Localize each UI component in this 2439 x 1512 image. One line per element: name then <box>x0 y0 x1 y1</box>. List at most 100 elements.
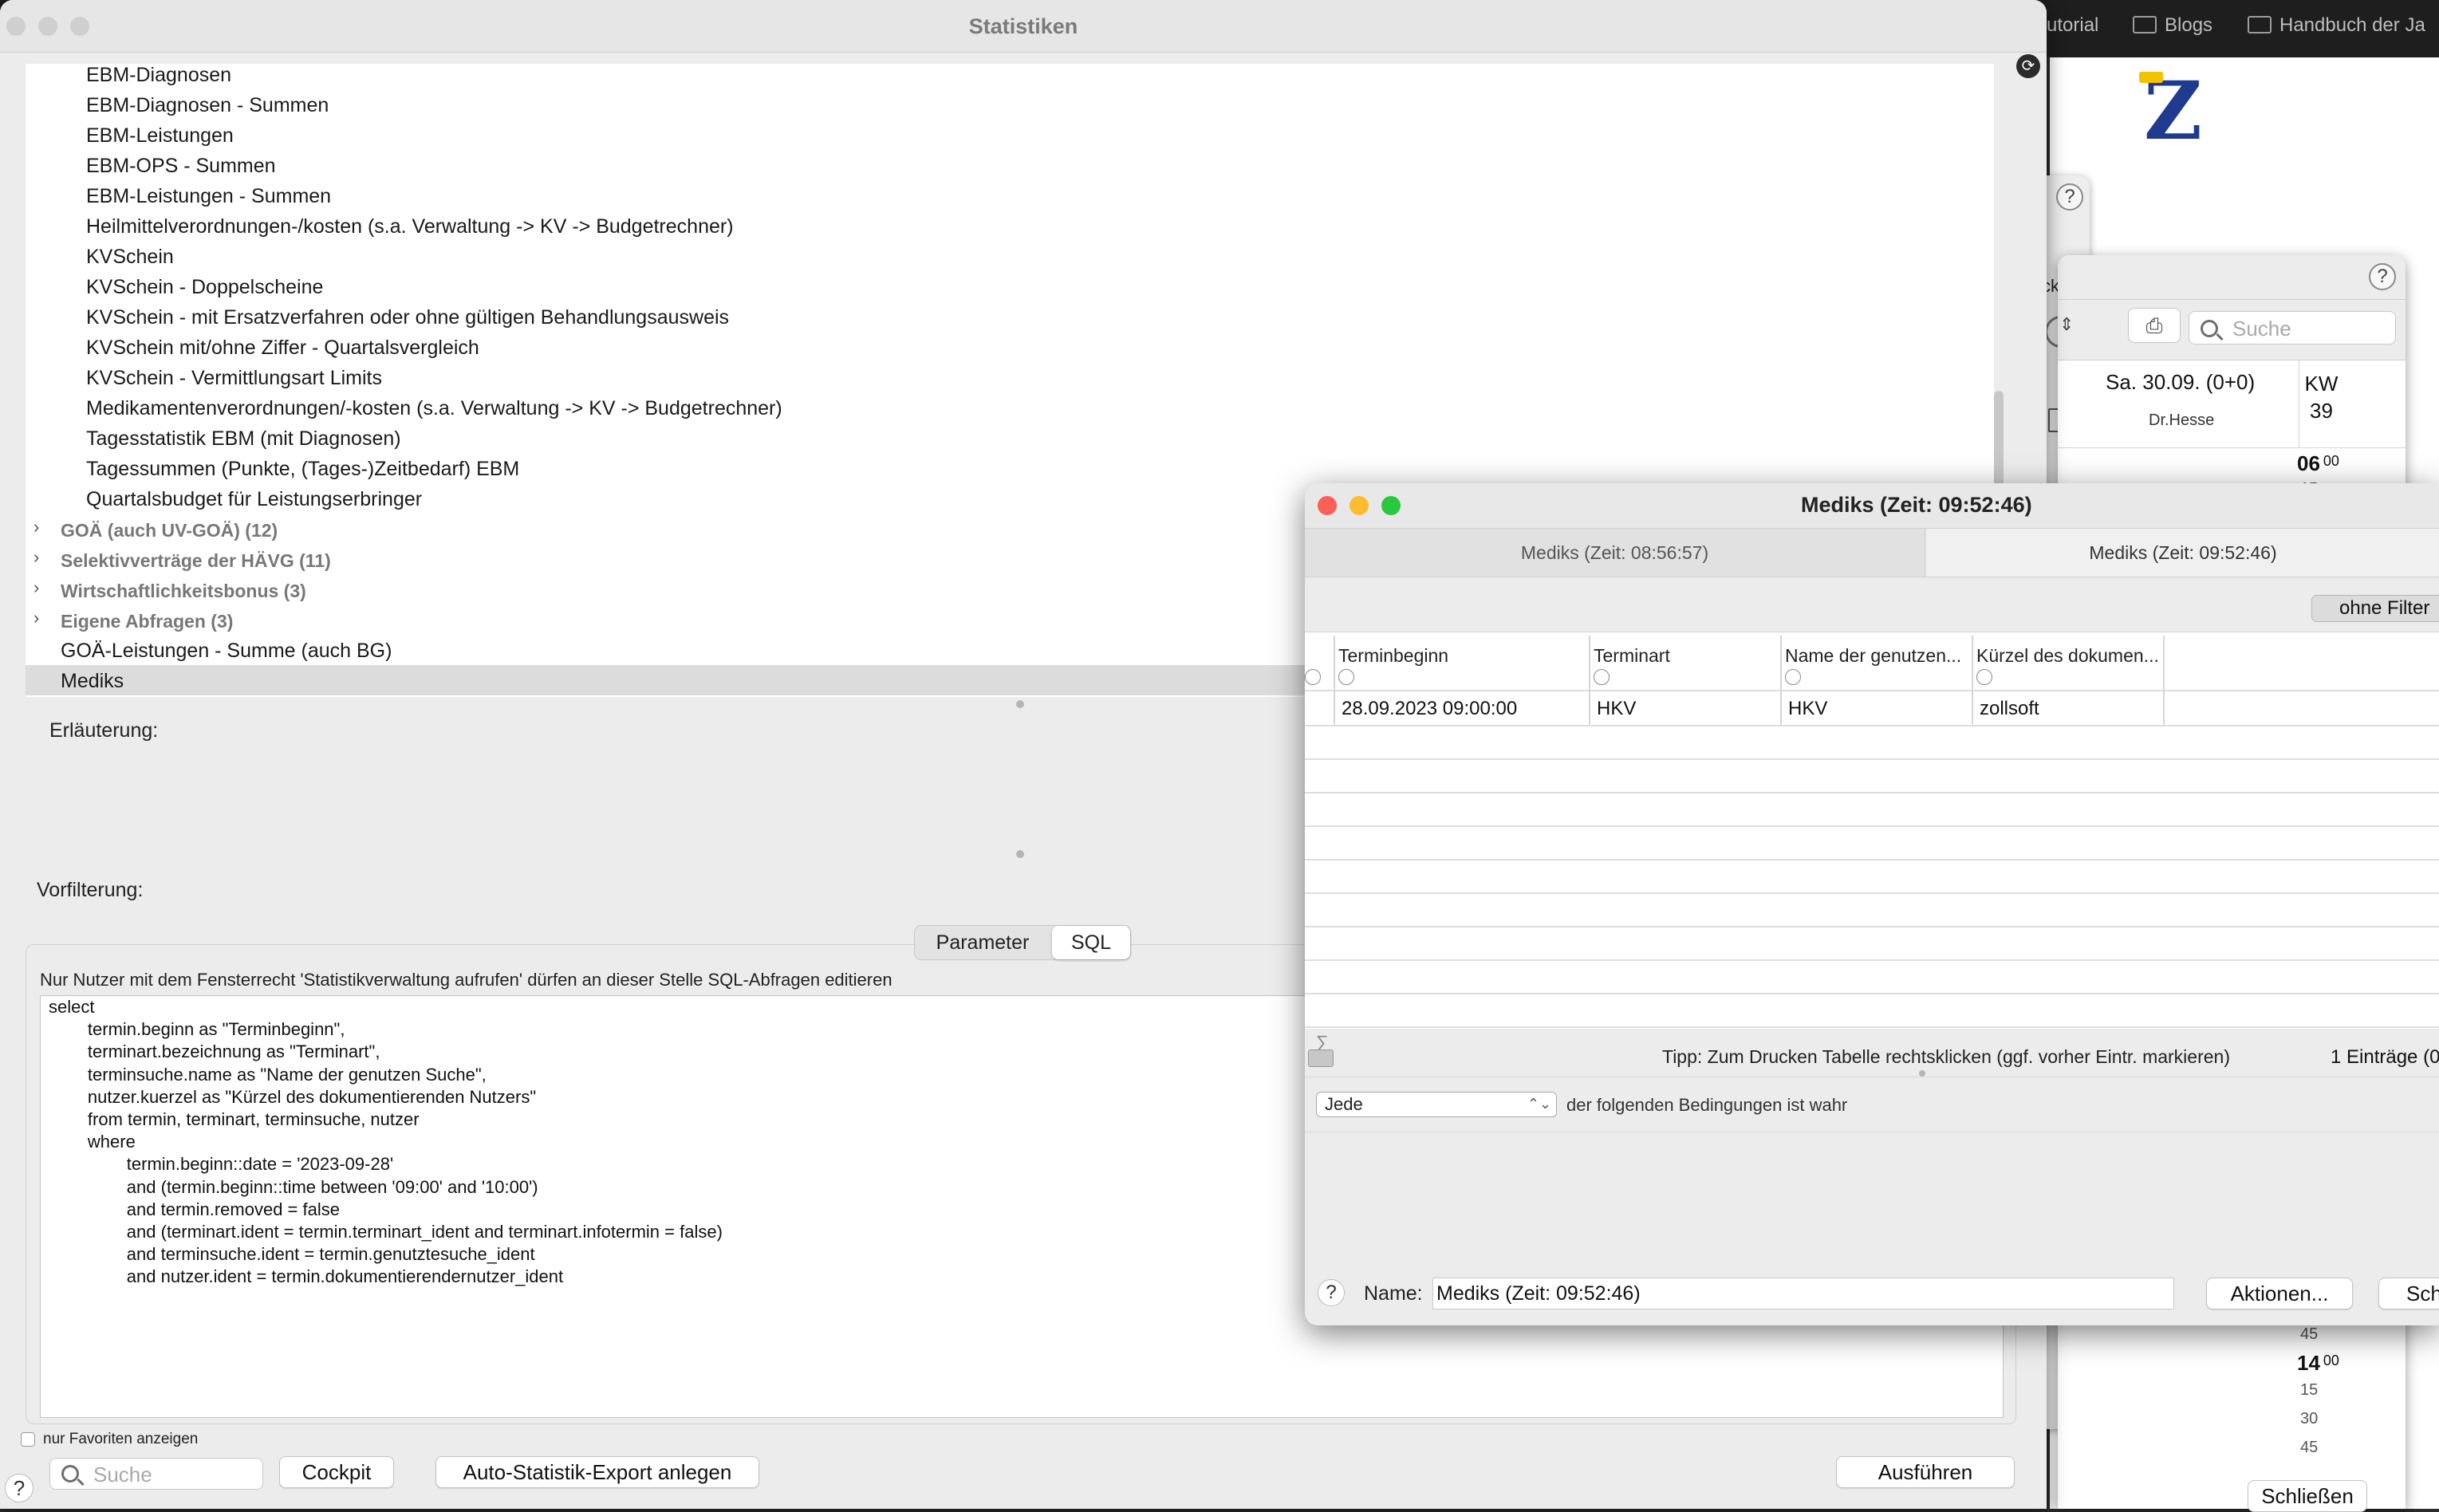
bookmark-blogs[interactable]: Blogs <box>2133 14 2212 37</box>
column-divider <box>1334 690 1335 725</box>
kw-number: 39 <box>2310 399 2333 423</box>
select-all-radio[interactable] <box>1305 669 1321 685</box>
tree-item[interactable]: Tagessummen (Punkte, (Tages-)Zeitbedarf)… <box>86 458 519 481</box>
column-divider <box>1780 636 1782 690</box>
column-header[interactable]: Kürzel des dokumen... <box>1976 645 2159 667</box>
condition-text: der folgenden Bedingungen ist wahr <box>1566 1095 1848 1115</box>
statistics-search-input[interactable]: Suche <box>49 1458 263 1490</box>
column-filter-radio[interactable] <box>1338 669 1354 685</box>
row-divider <box>1305 792 2439 793</box>
tree-item[interactable]: EBM-Diagnosen <box>86 64 231 87</box>
calendar-search-input[interactable]: Suche <box>2189 311 2396 345</box>
folder-icon <box>2133 16 2157 33</box>
column-header[interactable]: Terminart <box>1594 645 1670 667</box>
tree-item[interactable]: Tagesstatistik EBM (mit Diagnosen) <box>86 427 401 451</box>
prefilter-label: Vorfilterung: <box>37 879 144 901</box>
tab-parameter[interactable]: Parameter <box>915 926 1050 959</box>
bookmark-label: utorial <box>2047 14 2099 36</box>
chevron-right-icon[interactable]: › <box>33 608 39 628</box>
entry-count: 1 Einträge (0 <box>2331 1046 2439 1068</box>
column-header[interactable]: Name der genutzen... <box>1785 645 1961 667</box>
kw-label: KW <box>2304 372 2339 396</box>
row-divider <box>1305 926 2439 927</box>
close-window-icon[interactable] <box>1318 496 1337 515</box>
chevron-right-icon[interactable]: › <box>33 517 39 537</box>
column-header[interactable]: Terminbeginn <box>1338 645 1448 667</box>
tab-result-2[interactable]: Mediks (Zeit: 09:52:46) <box>1927 529 2439 577</box>
column-filter-radio[interactable] <box>1785 669 1801 685</box>
chevron-right-icon[interactable]: › <box>33 577 39 598</box>
name-input[interactable]: Mediks (Zeit: 09:52:46) <box>1432 1278 2174 1309</box>
table-cell: zollsoft <box>1980 698 2039 719</box>
chevron-right-icon[interactable]: › <box>33 547 39 568</box>
tree-group[interactable]: Selektivverträge der HÄVG (11) <box>61 550 331 572</box>
condition-select[interactable]: Jede ⌃⌄ <box>1316 1092 1557 1117</box>
column-divider <box>2163 636 2165 690</box>
auto-export-button[interactable]: Auto-Statistik-Export anlegen <box>435 1456 759 1488</box>
row-divider <box>1305 825 2439 827</box>
column-filter-radio[interactable] <box>1594 669 1610 685</box>
favorites-label: nur Favoriten anzeigen <box>43 1431 199 1447</box>
cockpit-button[interactable]: Cockpit <box>279 1456 394 1488</box>
sql-permission-note: Nur Nutzer mit dem Fensterrecht 'Statist… <box>40 970 892 990</box>
calendar-day-header: Sa. 30.09. (0+0) Dr.Hesse KW 39 <box>2058 360 2406 448</box>
no-filter-button[interactable]: ohne Filter <box>2311 595 2439 622</box>
tree-group[interactable]: Wirtschaftlichkeitsbonus (3) <box>61 581 306 602</box>
minute-label: 30 <box>2300 1410 2319 1427</box>
tree-group[interactable]: Eigene Abfragen (3) <box>61 611 233 632</box>
splitter-handle[interactable] <box>1919 1070 1925 1077</box>
bookmark-handbuch[interactable]: Handbuch der Ja <box>2248 14 2425 37</box>
tree-item[interactable]: Heilmittelverordnungen-/kosten (s.a. Ver… <box>86 215 734 238</box>
bookmark-label: Handbuch der Ja <box>2279 14 2425 36</box>
help-button[interactable]: ? <box>5 1474 33 1502</box>
help-button[interactable]: ? <box>1318 1279 1345 1306</box>
tree-item[interactable]: KVSchein mit/ohne Ziffer - Quartalsvergl… <box>86 337 479 360</box>
refresh-icon[interactable]: ⟳ <box>2016 54 2040 78</box>
actions-button[interactable]: Aktionen... <box>2206 1278 2353 1309</box>
splitter-handle[interactable] <box>1016 700 1024 708</box>
filter-bar <box>1305 577 2439 638</box>
condition-select-value: Jede <box>1325 1094 1363 1114</box>
tree-item[interactable]: KVSchein - Doppelscheine <box>86 276 323 299</box>
column-filter-radio[interactable] <box>1976 669 1992 685</box>
tree-item[interactable]: KVSchein <box>86 246 174 269</box>
column-divider <box>1972 690 1973 725</box>
row-divider <box>1305 1026 2439 1028</box>
row-divider <box>1305 725 2439 726</box>
tab-result-1[interactable]: Mediks (Zeit: 08:56:57) <box>1305 529 1925 577</box>
sql-text[interactable]: select termin.beginn as "Terminbeginn", … <box>49 996 723 1289</box>
maximize-window-icon[interactable] <box>1381 496 1401 515</box>
tree-item[interactable]: KVSchein - Vermittlungsart Limits <box>86 367 382 390</box>
tree-item-selected[interactable]: Mediks <box>61 670 124 693</box>
tree-item[interactable]: EBM-OPS - Summen <box>86 155 276 178</box>
table-cell: HKV <box>1788 698 1828 719</box>
search-icon <box>61 1465 79 1482</box>
close-button[interactable]: Schl <box>2378 1278 2439 1309</box>
minute-value: 00 <box>2323 1353 2339 1368</box>
column-divider <box>2163 690 2165 725</box>
minimize-window-icon[interactable] <box>1350 496 1369 515</box>
tree-item[interactable]: EBM-Diagnosen - Summen <box>86 94 329 117</box>
calendar-close-button[interactable]: Schließen <box>2248 1480 2367 1512</box>
bookmark-tutorial[interactable]: utorial <box>2047 14 2098 37</box>
stepper-icon[interactable]: ⇕ <box>2059 314 2074 335</box>
parameter-sql-tabs: Parameter SQL <box>914 925 1131 960</box>
tree-item[interactable]: Medikamentenverordnungen/-kosten (s.a. V… <box>86 397 782 420</box>
print-tip: Tipp: Zum Drucken Tabelle rechtsklicken … <box>1662 1046 2230 1067</box>
tree-item[interactable]: KVSchein - mit Ersatzverfahren oder ohne… <box>86 306 729 329</box>
tree-item[interactable]: EBM-Leistungen - Summen <box>86 185 331 208</box>
tab-sql[interactable]: SQL <box>1052 926 1130 959</box>
favorites-checkbox[interactable] <box>21 1432 35 1447</box>
tree-item[interactable]: GOÄ-Leistungen - Summe (auch BG) <box>61 640 392 663</box>
tree-item[interactable]: EBM-Leistungen <box>86 124 234 148</box>
window-title: Statistiken <box>968 14 1078 38</box>
tree-item[interactable]: Quartalsbudget für Leistungserbringer <box>86 488 422 511</box>
splitter-handle[interactable] <box>1016 850 1024 858</box>
print-button[interactable]: ⎙ <box>2128 308 2181 343</box>
tree-group[interactable]: GOÄ (auch UV-GOÄ) (12) <box>61 520 278 541</box>
run-button[interactable]: Ausführen <box>1836 1456 2015 1488</box>
help-icon[interactable]: ? <box>2369 263 2396 290</box>
columns-icon[interactable] <box>1308 1049 1334 1067</box>
help-icon[interactable]: ? <box>2056 183 2083 211</box>
name-label: Name: <box>1364 1282 1423 1305</box>
